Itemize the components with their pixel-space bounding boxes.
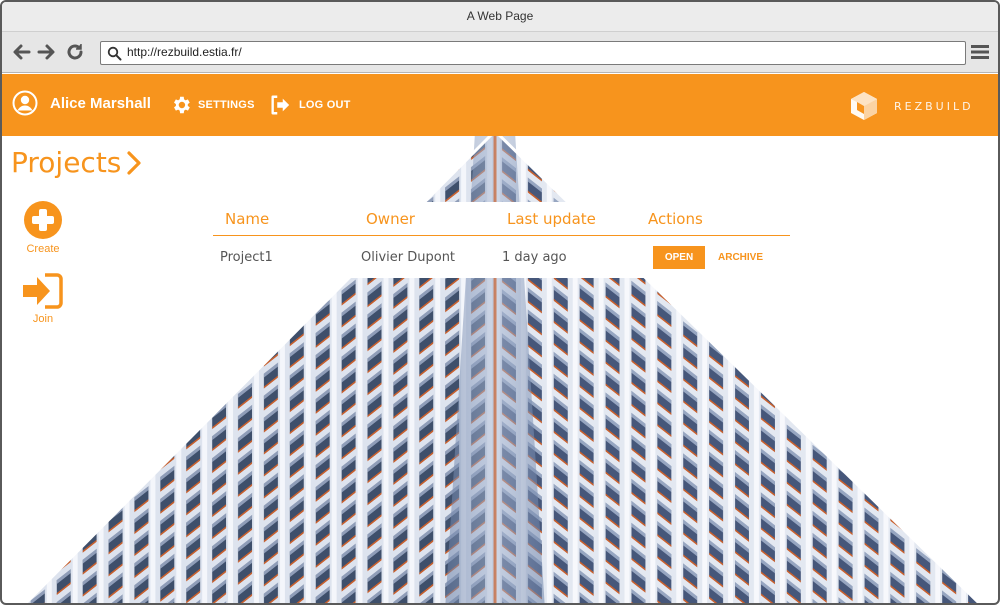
user-avatar-icon[interactable] — [12, 90, 38, 116]
project-last-update-cell: 1 day ago — [502, 250, 567, 265]
create-label: Create — [26, 243, 60, 255]
browser-navbar — [2, 32, 998, 73]
column-header-actions: Actions — [648, 210, 703, 228]
page-title-text: Projects — [11, 146, 122, 179]
gear-icon — [174, 96, 190, 114]
brand-logo: REZBUILD — [848, 90, 974, 122]
column-header-name: Name — [225, 210, 270, 228]
settings-button[interactable]: SETTINGS — [170, 94, 255, 116]
project-owner-cell: Olivier Dupont — [361, 250, 456, 265]
reload-icon[interactable] — [65, 42, 85, 62]
create-project-button[interactable]: Create — [13, 200, 73, 255]
address-bar[interactable] — [100, 41, 966, 65]
browser-window: A Web Page Alice Marshall S — [0, 0, 1000, 605]
logout-label: LOG OUT — [299, 99, 351, 111]
brand-name: REZBUILD — [894, 99, 974, 113]
main-content: Projects Create Join Name Owner Last upd… — [2, 136, 998, 603]
rezbuild-cube-icon — [851, 92, 877, 120]
plus-circle-icon — [24, 201, 62, 239]
hamburger-menu-icon[interactable] — [970, 42, 990, 62]
settings-label: SETTINGS — [198, 99, 255, 111]
app-header: Alice Marshall SETTINGS LOG OUT REZBUILD — [2, 74, 998, 136]
projects-table: Name Owner Last update Actions Project1 … — [213, 202, 790, 278]
browser-title: A Web Page — [2, 2, 998, 32]
search-icon — [107, 46, 122, 61]
open-project-button[interactable]: OPEN — [653, 246, 705, 269]
url-input[interactable] — [127, 45, 947, 59]
page-title: Projects — [11, 146, 144, 179]
archive-project-button[interactable]: ARCHIVE — [713, 246, 768, 269]
project-name-cell: Project1 — [220, 250, 273, 265]
user-name: Alice Marshall — [50, 95, 151, 112]
back-arrow-icon[interactable] — [12, 42, 32, 62]
join-label: Join — [32, 313, 54, 325]
join-project-button[interactable]: Join — [13, 272, 73, 325]
chevron-right-icon — [127, 150, 141, 175]
logout-button[interactable]: LOG OUT — [269, 94, 351, 116]
join-enter-icon — [23, 273, 63, 309]
table-header-divider — [213, 235, 790, 236]
forward-arrow-icon[interactable] — [36, 42, 56, 62]
column-header-last-update: Last update — [507, 210, 596, 228]
logout-icon — [271, 95, 290, 115]
column-header-owner: Owner — [366, 210, 415, 228]
